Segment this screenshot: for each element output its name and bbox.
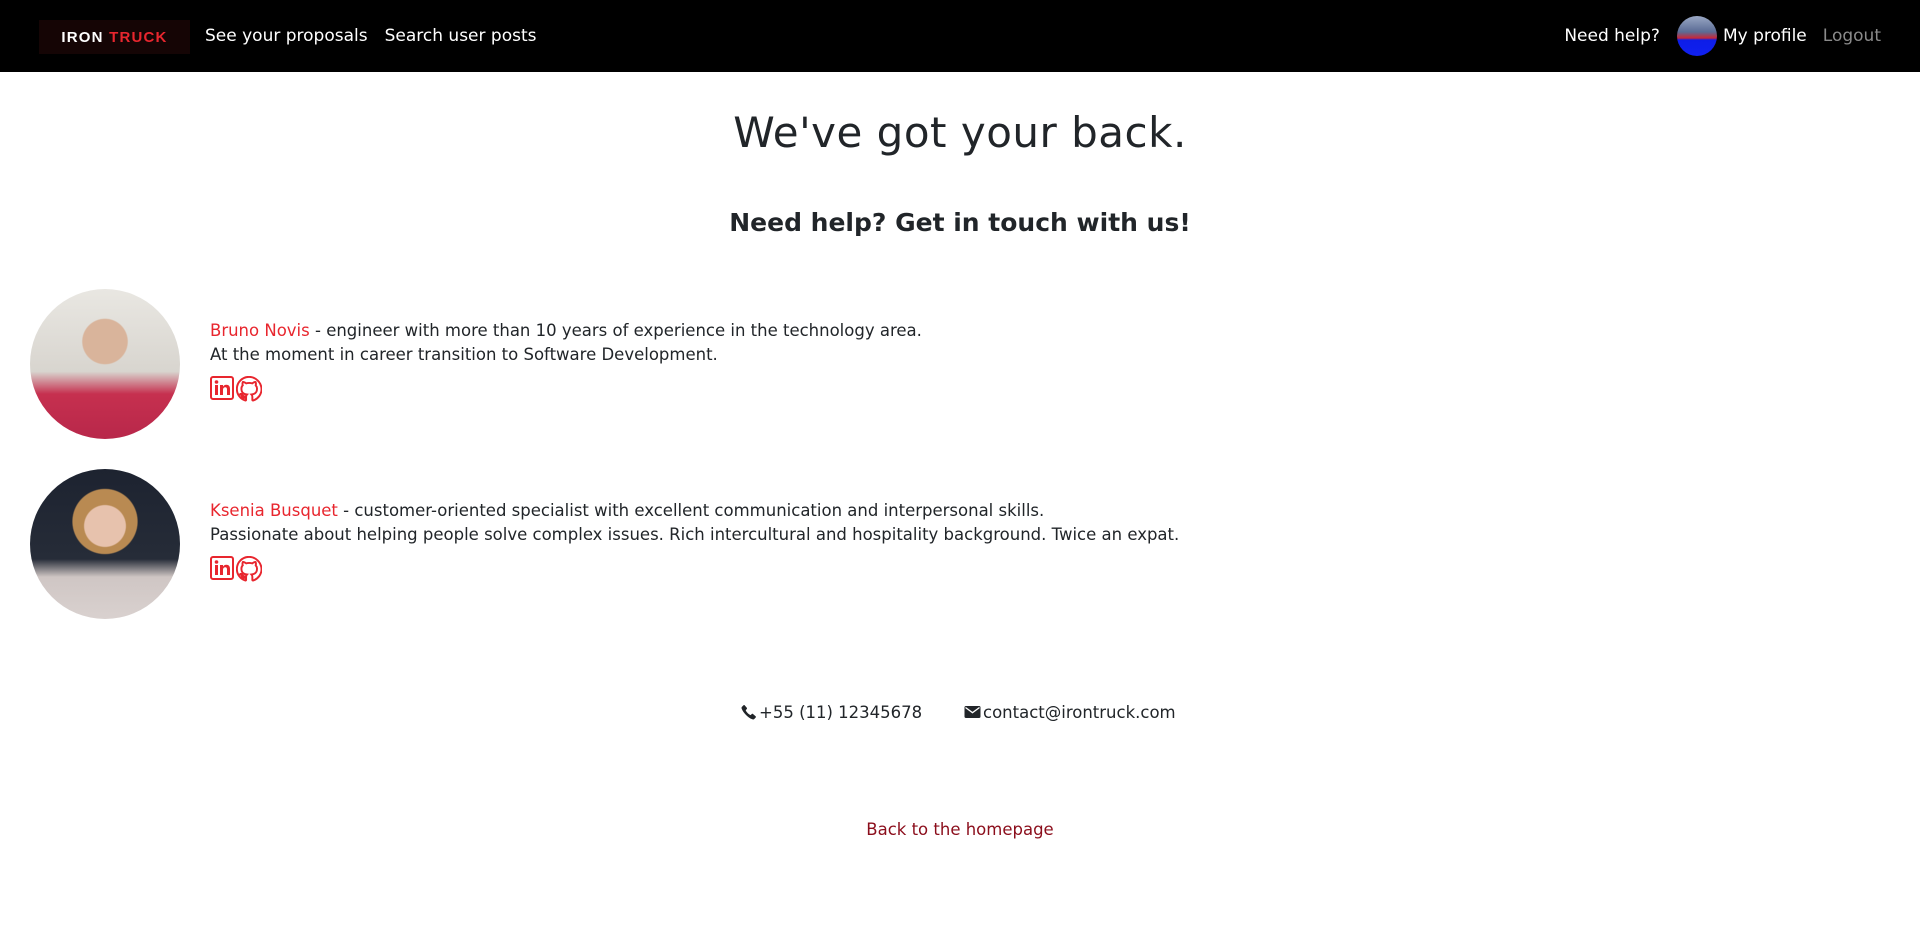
github-icon[interactable] xyxy=(236,376,262,402)
envelope-icon xyxy=(964,706,981,718)
team-member-photo xyxy=(30,469,180,619)
github-icon[interactable] xyxy=(236,556,262,582)
avatar[interactable] xyxy=(1676,16,1717,56)
contact-phone-number[interactable]: +55 (11) 12345678 xyxy=(759,703,922,722)
brand-text-iron: IRON xyxy=(61,28,104,46)
back-to-homepage-link[interactable]: Back to the homepage xyxy=(0,820,1920,839)
nav-link-need-help[interactable]: Need help? xyxy=(1564,26,1660,46)
page-subtitle: Need help? Get in touch with us! xyxy=(729,208,1191,237)
team-member-ksenia: Ksenia Busquet - customer-oriented speci… xyxy=(30,469,1330,619)
team-member-bio-line1: - engineer with more than 10 years of ex… xyxy=(309,321,922,340)
page-title: We've got your back. xyxy=(733,108,1187,157)
social-links xyxy=(210,376,262,402)
team-member-name: Bruno Novis xyxy=(210,321,310,340)
team-member-bio-line1: - customer-oriented specialist with exce… xyxy=(337,501,1045,520)
team-member-description: Bruno Novis - engineer with more than 10… xyxy=(210,319,922,367)
brand-text-truck: TRUCK xyxy=(109,28,168,46)
contact-email: contact@irontruck.com xyxy=(964,700,1176,724)
linkedin-icon[interactable] xyxy=(210,376,234,402)
team-member-name: Ksenia Busquet xyxy=(210,501,338,520)
contact-phone: +55 (11) 12345678 xyxy=(741,700,922,724)
brand-logo[interactable]: IRON TRUCK xyxy=(39,20,190,54)
nav-left: See your proposals Search user posts xyxy=(205,0,536,72)
nav-right: Need help? My profile Logout xyxy=(1564,0,1881,72)
team-member-bio-line2: Passionate about helping people solve co… xyxy=(210,525,1180,544)
nav-link-my-profile[interactable]: My profile xyxy=(1723,26,1807,46)
team-member-bio-line2: At the moment in career transition to So… xyxy=(210,345,718,364)
team-member-photo xyxy=(30,289,180,439)
nav-link-search-posts[interactable]: Search user posts xyxy=(385,26,537,46)
nav-link-proposals[interactable]: See your proposals xyxy=(205,26,368,46)
contact-email-address[interactable]: contact@irontruck.com xyxy=(983,703,1176,722)
navbar: IRON TRUCK See your proposals Search use… xyxy=(0,0,1920,72)
linkedin-icon[interactable] xyxy=(210,556,234,582)
team-member-description: Ksenia Busquet - customer-oriented speci… xyxy=(210,499,1179,547)
nav-link-logout[interactable]: Logout xyxy=(1823,26,1881,46)
phone-icon xyxy=(741,704,756,720)
team-member-bruno: Bruno Novis - engineer with more than 10… xyxy=(30,289,1330,439)
social-links xyxy=(210,556,262,582)
